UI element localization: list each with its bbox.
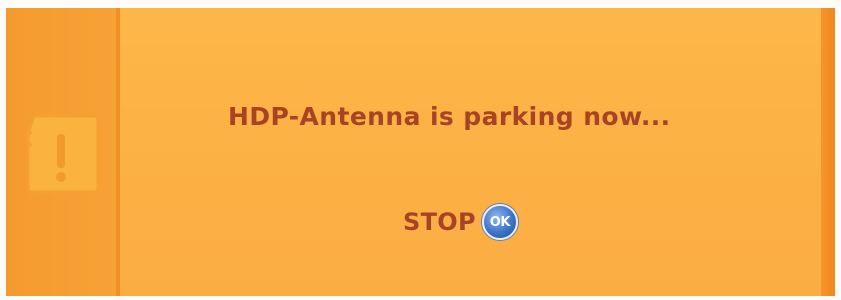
parking-dialog: HDP-Antenna is parking now... STOP OK [6,8,835,296]
ok-button-label: OK [489,214,511,230]
warning-exclamation-icon [26,114,100,194]
stop-label: STOP [403,208,476,236]
screen: HDP-Antenna is parking now... STOP OK [0,0,841,300]
ok-button[interactable]: OK [481,204,518,240]
status-message: HDP-Antenna is parking now... [228,102,671,131]
stop-control[interactable]: STOP OK [403,204,518,240]
right-side-panel [821,8,835,296]
